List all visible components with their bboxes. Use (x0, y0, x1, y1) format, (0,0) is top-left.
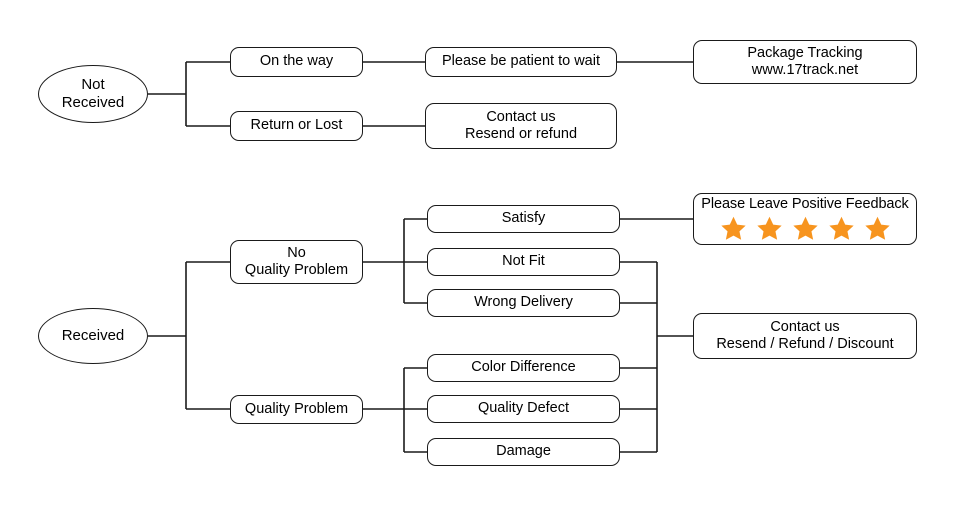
node-return-or-lost[interactable]: Return or Lost (230, 111, 363, 141)
node-not-fit-label: Not Fit (502, 253, 545, 270)
node-please-be-patient-label: Please be patient to wait (442, 53, 600, 70)
node-positive-feedback-title: Please Leave Positive Feedback (701, 195, 909, 212)
node-not-received-label-line1: Not (81, 76, 105, 94)
node-no-quality-problem-line1: No (287, 244, 306, 261)
star-icon-3[interactable] (792, 215, 819, 242)
node-no-quality-problem-line2: Quality Problem (244, 262, 349, 278)
node-quality-defect-label: Quality Defect (477, 400, 570, 417)
node-on-the-way-label: On the way (259, 53, 334, 70)
rating-stars[interactable] (720, 215, 891, 242)
node-contact-resend-refund-discount[interactable]: Contact us Resend / Refund / Discount (693, 313, 917, 359)
flowchart-canvas: Not Received On the way Please be patien… (0, 0, 960, 513)
star-icon-4[interactable] (828, 215, 855, 242)
node-contact-resend-refund[interactable]: Contact us Resend or refund (425, 103, 617, 149)
node-package-tracking[interactable]: Package Tracking www.17track.net (693, 40, 917, 84)
node-not-fit[interactable]: Not Fit (427, 248, 620, 276)
node-not-received-label-line2: Received (61, 94, 125, 111)
node-damage[interactable]: Damage (427, 438, 620, 466)
node-received[interactable]: Received (38, 308, 148, 364)
node-wrong-delivery[interactable]: Wrong Delivery (427, 289, 620, 317)
star-icon-1[interactable] (720, 215, 747, 242)
node-satisfy-label: Satisfy (501, 210, 546, 227)
node-color-difference-label: Color Difference (471, 359, 576, 376)
node-quality-problem-label: Quality Problem (244, 400, 349, 417)
node-wrong-delivery-label: Wrong Delivery (474, 294, 573, 311)
node-no-quality-problem[interactable]: No Quality Problem (230, 240, 363, 284)
star-icon-5[interactable] (864, 215, 891, 242)
node-damage-label: Damage (496, 443, 551, 460)
node-contact-resend-refund-discount-line1: Contact us (770, 318, 840, 335)
node-color-difference[interactable]: Color Difference (427, 354, 620, 382)
node-received-label: Received (61, 327, 125, 345)
node-contact-resend-refund-line1: Contact us (486, 108, 556, 125)
node-positive-feedback[interactable]: Please Leave Positive Feedback (693, 193, 917, 245)
node-quality-problem[interactable]: Quality Problem (230, 395, 363, 424)
node-package-tracking-title: Package Tracking (747, 44, 863, 61)
star-icon-2[interactable] (756, 215, 783, 242)
node-quality-defect[interactable]: Quality Defect (427, 395, 620, 423)
node-contact-resend-refund-line2: Resend or refund (464, 126, 578, 142)
node-please-be-patient[interactable]: Please be patient to wait (425, 47, 617, 77)
node-return-or-lost-label: Return or Lost (250, 117, 343, 134)
node-package-tracking-url[interactable]: www.17track.net (752, 62, 858, 79)
node-contact-resend-refund-discount-line2: Resend / Refund / Discount (716, 336, 894, 352)
node-on-the-way[interactable]: On the way (230, 47, 363, 77)
node-not-received[interactable]: Not Received (38, 65, 148, 123)
node-satisfy[interactable]: Satisfy (427, 205, 620, 233)
